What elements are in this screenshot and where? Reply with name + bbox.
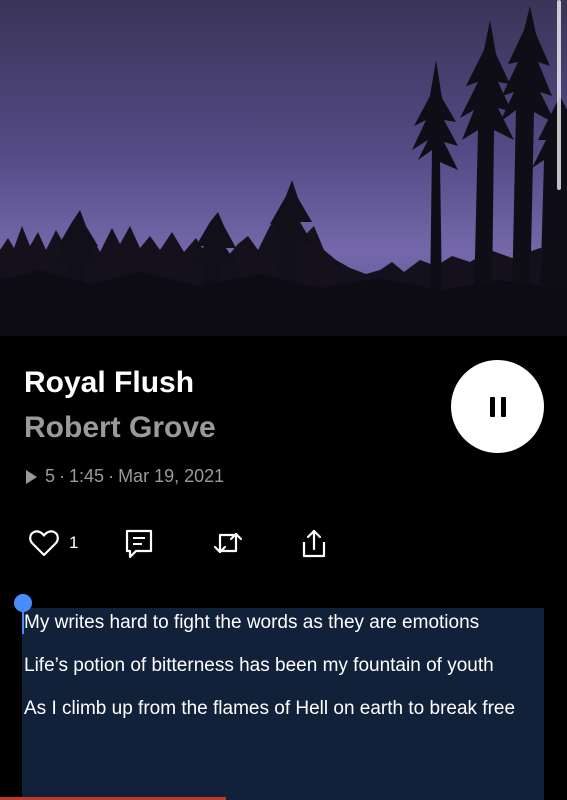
lyric-line: As I climb up from the flames of Hell on…	[24, 698, 516, 719]
lyric-line: Life’s potion of bitterness has been my …	[24, 655, 494, 676]
pause-button[interactable]	[451, 360, 544, 453]
track-title: Royal Flush	[24, 366, 195, 399]
action-bar: 1	[0, 528, 567, 564]
lyrics-selection[interactable]: My writes hard to fight the words as the…	[22, 608, 544, 800]
repost-icon	[213, 532, 243, 554]
meta-separator: ·	[59, 466, 66, 486]
track-meta: 5 · 1:45 · Mar 19, 2021	[26, 466, 224, 487]
repost-button[interactable]	[212, 528, 244, 558]
track-duration: 1:45	[69, 466, 105, 486]
heart-icon	[29, 530, 59, 557]
comment-icon	[125, 529, 153, 559]
selection-handle[interactable]	[14, 594, 32, 612]
forest-silhouette	[0, 0, 567, 336]
artist-name[interactable]: Robert Grove	[24, 411, 216, 445]
comment-button[interactable]	[124, 528, 154, 560]
lyric-line: My writes hard to fight the words as the…	[24, 612, 480, 633]
scrollbar[interactable]	[557, 0, 561, 190]
share-button[interactable]	[300, 528, 328, 560]
meta-separator: ·	[108, 466, 115, 486]
share-icon	[302, 529, 326, 558]
play-count: 5	[45, 466, 56, 486]
release-date: Mar 19, 2021	[118, 466, 225, 486]
play-count-icon	[26, 469, 37, 484]
like-count: 1	[69, 533, 79, 552]
pause-icon	[500, 396, 506, 417]
like-button[interactable]: 1	[28, 528, 78, 558]
pause-icon	[489, 396, 495, 417]
cover-art	[0, 0, 567, 336]
